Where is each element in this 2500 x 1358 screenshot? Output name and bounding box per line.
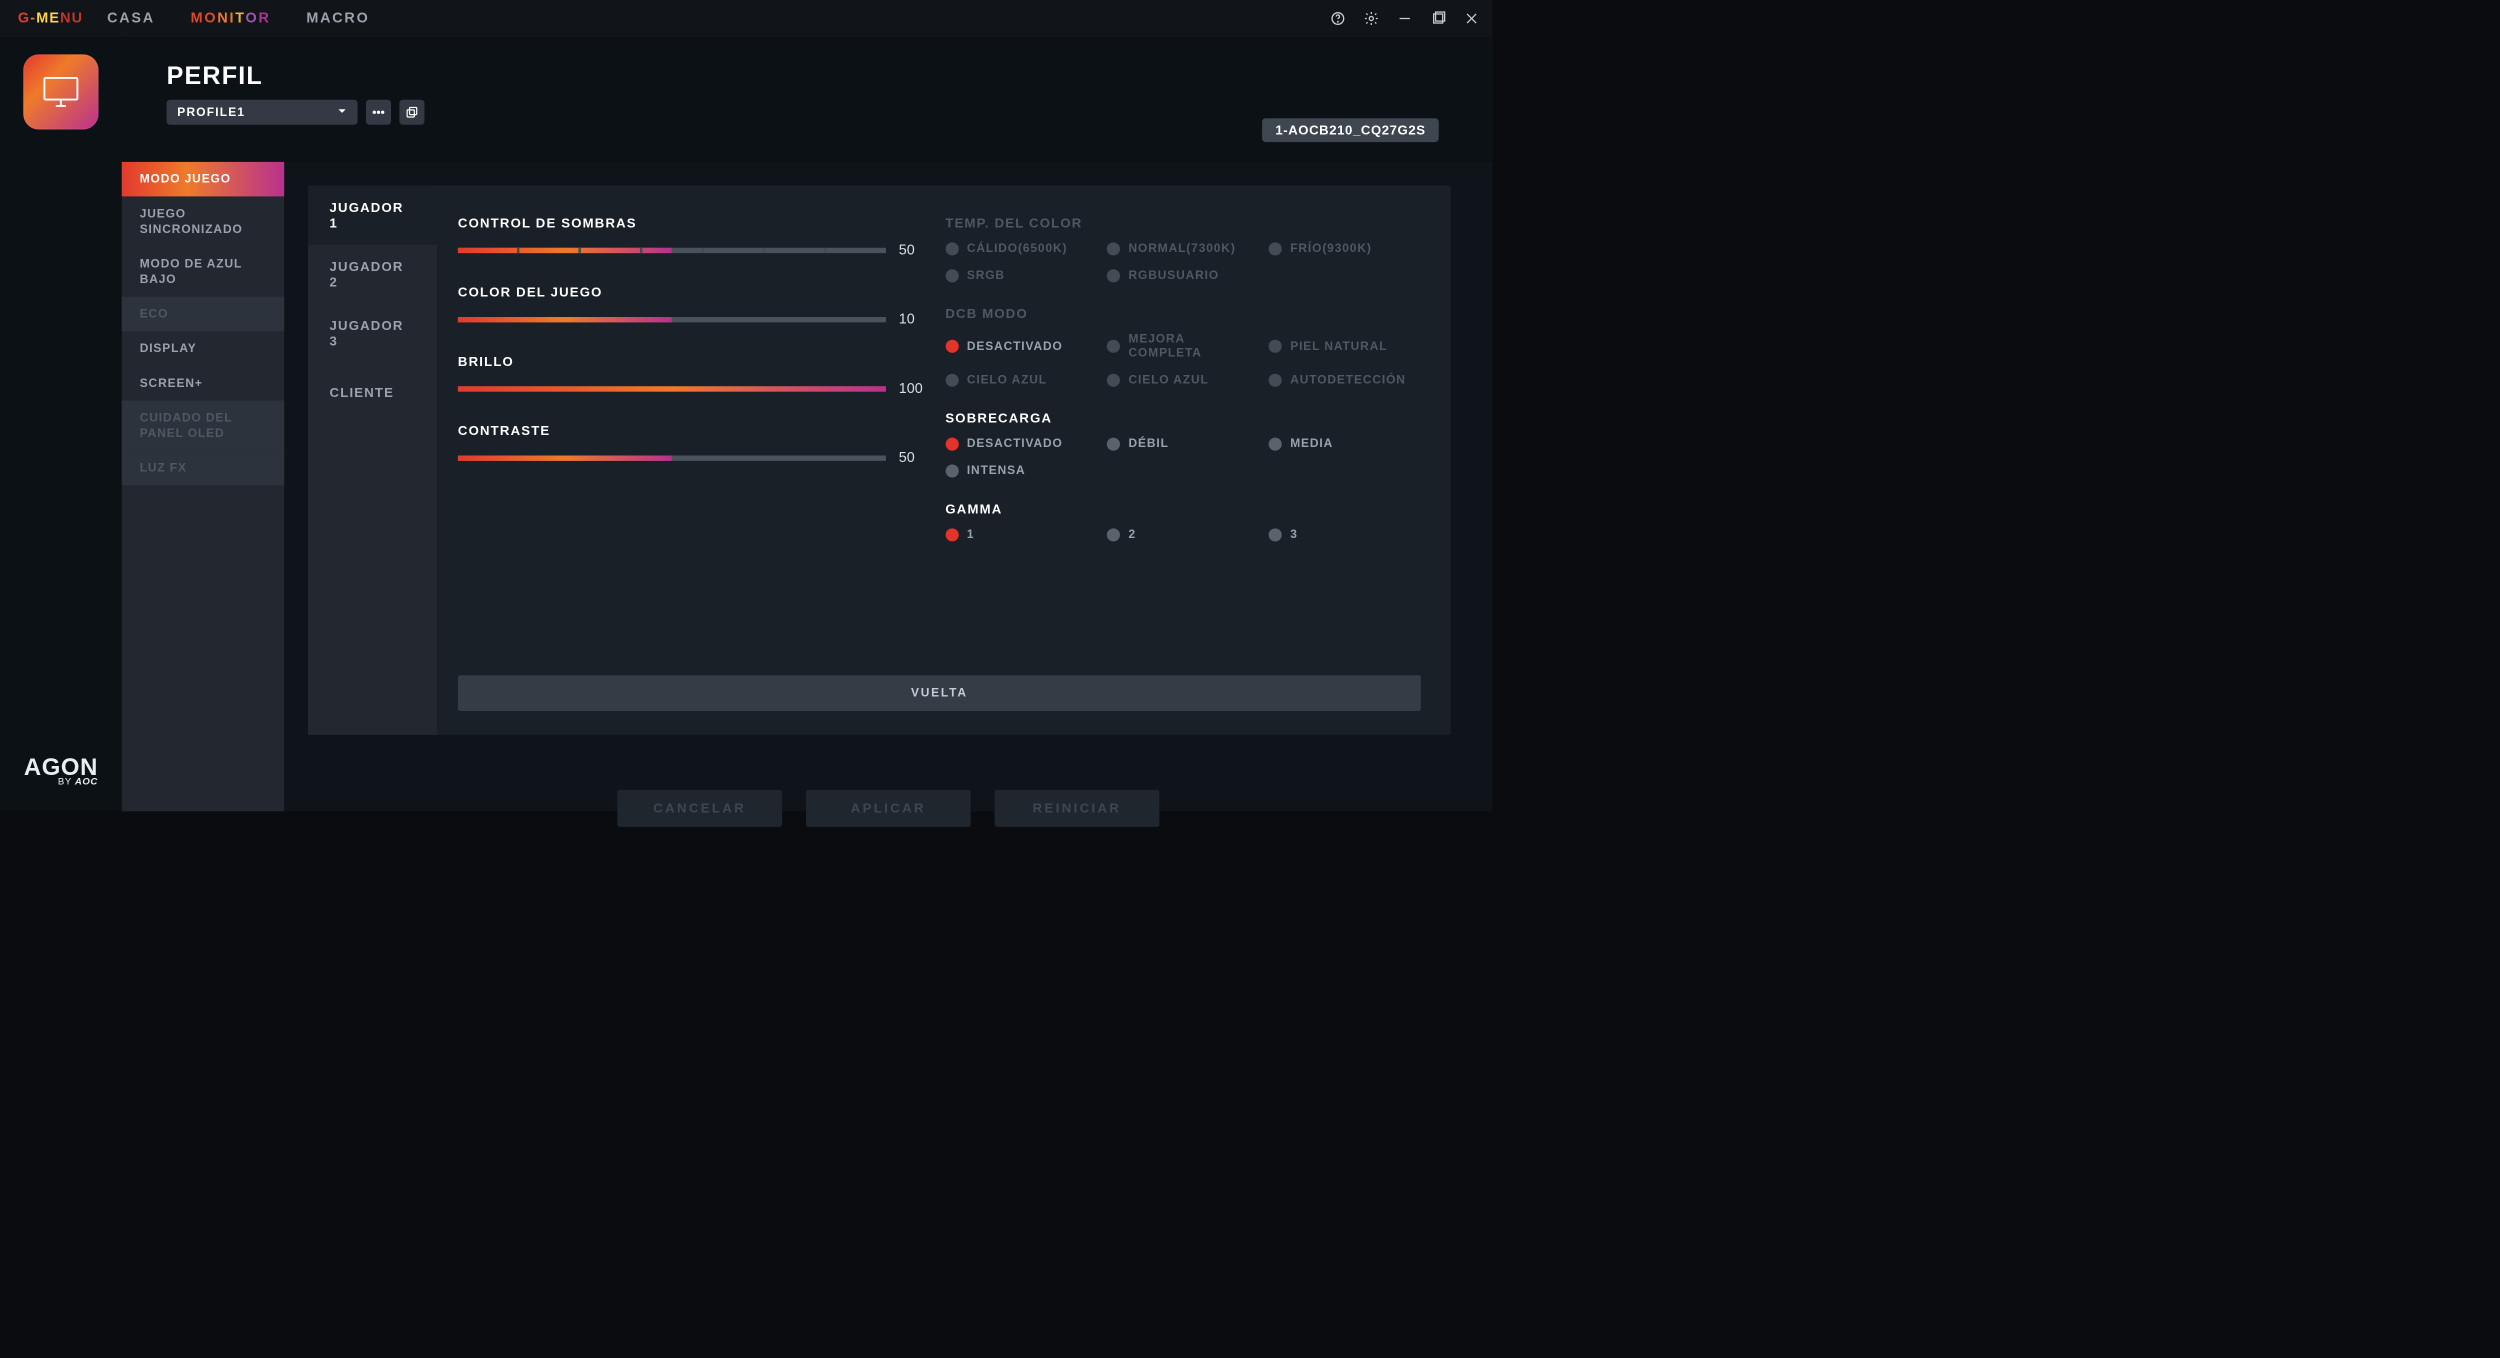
contrast-slider[interactable]: 50 bbox=[458, 450, 934, 467]
close-icon[interactable] bbox=[1464, 11, 1480, 27]
sidebar-item-4[interactable]: DISPLAY bbox=[122, 331, 284, 366]
gamma-option-2[interactable]: 3 bbox=[1269, 528, 1421, 542]
profile-more-button[interactable] bbox=[366, 100, 391, 125]
radio-dot-icon bbox=[1269, 373, 1282, 386]
sidebar-item-3: ECO bbox=[122, 297, 284, 332]
colortemp-option-0: CÁLIDO(6500K) bbox=[945, 242, 1097, 256]
radio-dot-icon bbox=[945, 437, 958, 450]
radio-dot-icon bbox=[1107, 437, 1120, 450]
radio-dot-icon bbox=[1107, 528, 1120, 541]
back-button[interactable]: VUELTA bbox=[458, 675, 1421, 711]
nav-casa[interactable]: CASA bbox=[107, 10, 155, 27]
help-icon[interactable] bbox=[1330, 11, 1346, 27]
reset-button[interactable]: REINICIAR bbox=[995, 790, 1160, 827]
page-title: PERFIL bbox=[167, 61, 1493, 90]
minimize-icon[interactable] bbox=[1397, 11, 1413, 27]
radio-dot-icon bbox=[1269, 437, 1282, 450]
radio-dot-icon bbox=[945, 269, 958, 282]
dcb-option-4: CIELO AZUL bbox=[1107, 373, 1259, 387]
app-icon bbox=[23, 54, 98, 129]
radio-dot-icon bbox=[945, 373, 958, 386]
contrast-value: 50 bbox=[899, 450, 934, 467]
monitor-badge[interactable]: 1-AOCB210_CQ27G2S bbox=[1262, 118, 1439, 142]
shadow-slider[interactable]: 50 bbox=[458, 242, 934, 259]
subnav-item-3[interactable]: CLIENTE bbox=[308, 363, 437, 422]
gear-icon[interactable] bbox=[1364, 11, 1380, 27]
gamma-label: GAMMA bbox=[945, 501, 1421, 517]
radio-dot-icon bbox=[1269, 242, 1282, 255]
dcb-option-0: DESACTIVADO bbox=[945, 333, 1097, 360]
colortemp-option-3: SRGB bbox=[945, 269, 1097, 283]
chevron-down-icon bbox=[337, 105, 347, 119]
profile-select[interactable]: PROFILE1 bbox=[167, 100, 358, 125]
sidebar-item-1[interactable]: JUEGO SINCRONIZADO bbox=[122, 196, 284, 246]
colortemp-label: TEMP. DEL COLOR bbox=[945, 216, 1421, 232]
radio-dot-icon bbox=[945, 464, 958, 477]
overdrive-option-3[interactable]: INTENSA bbox=[945, 464, 1097, 478]
subnav-item-0[interactable]: JUGADOR 1 bbox=[308, 186, 437, 245]
radio-dot-icon bbox=[1107, 340, 1120, 353]
shadow-value: 50 bbox=[899, 242, 934, 259]
sidebar-item-0[interactable]: MODO JUEGO bbox=[122, 162, 284, 197]
colortemp-option-4: RGBUSUARIO bbox=[1107, 269, 1259, 283]
radio-dot-icon bbox=[945, 242, 958, 255]
subnav-item-1[interactable]: JUGADOR 2 bbox=[308, 245, 437, 304]
radio-dot-icon bbox=[1107, 269, 1120, 282]
nav-macro[interactable]: MACRO bbox=[306, 10, 369, 27]
gamecolor-value: 10 bbox=[899, 311, 934, 328]
gamma-option-1[interactable]: 2 bbox=[1107, 528, 1259, 542]
radio-dot-icon bbox=[945, 528, 958, 541]
dcb-option-5: AUTODETECCIÓN bbox=[1269, 373, 1421, 387]
dcb-label: DCB MODO bbox=[945, 306, 1421, 322]
radio-dot-icon bbox=[1269, 340, 1282, 353]
overdrive-option-0[interactable]: DESACTIVADO bbox=[945, 437, 1097, 451]
cancel-button[interactable]: CANCELAR bbox=[617, 790, 782, 827]
category-sidebar: MODO JUEGOJUEGO SINCRONIZADOMODO DE AZUL… bbox=[122, 162, 284, 812]
contrast-label: CONTRASTE bbox=[458, 423, 934, 439]
profile-copy-button[interactable] bbox=[399, 100, 424, 125]
gamma-option-0[interactable]: 1 bbox=[945, 528, 1097, 542]
overdrive-option-1[interactable]: DÉBIL bbox=[1107, 437, 1259, 451]
sidebar-item-6: CUIDADO DEL PANEL OLED bbox=[122, 401, 284, 451]
subnav-item-2[interactable]: JUGADOR 3 bbox=[308, 304, 437, 363]
colortemp-option-2: FRÍO(9300K) bbox=[1269, 242, 1421, 256]
bright-value: 100 bbox=[899, 380, 934, 397]
sidebar-item-2[interactable]: MODO DE AZUL BAJO bbox=[122, 247, 284, 297]
radio-dot-icon bbox=[1107, 373, 1120, 386]
brand-badge: AGON BY AOC bbox=[13, 756, 109, 787]
overdrive-label: SOBRECARGA bbox=[945, 411, 1421, 427]
bright-label: BRILLO bbox=[458, 354, 934, 370]
shadow-label: CONTROL DE SOMBRAS bbox=[458, 216, 934, 232]
radio-dot-icon bbox=[1269, 528, 1282, 541]
dcb-option-2: PIEL NATURAL bbox=[1269, 333, 1421, 360]
maximize-icon[interactable] bbox=[1430, 11, 1446, 27]
radio-dot-icon bbox=[945, 340, 958, 353]
nav-monitor[interactable]: MONITOR bbox=[191, 10, 271, 27]
sidebar-item-7: LUZ FX bbox=[122, 451, 284, 486]
bright-slider[interactable]: 100 bbox=[458, 380, 934, 397]
colortemp-option-1: NORMAL(7300K) bbox=[1107, 242, 1259, 256]
apply-button[interactable]: APLICAR bbox=[806, 790, 971, 827]
dcb-option-3: CIELO AZUL bbox=[945, 373, 1097, 387]
dcb-option-1: MEJORA COMPLETA bbox=[1107, 333, 1259, 360]
player-subnav: JUGADOR 1JUGADOR 2JUGADOR 3CLIENTE bbox=[308, 186, 437, 735]
gamecolor-label: COLOR DEL JUEGO bbox=[458, 285, 934, 301]
app-logo: G-MENU bbox=[18, 10, 83, 27]
gamecolor-slider[interactable]: 10 bbox=[458, 311, 934, 328]
overdrive-option-2[interactable]: MEDIA bbox=[1269, 437, 1421, 451]
radio-dot-icon bbox=[1107, 242, 1120, 255]
sidebar-item-5[interactable]: SCREEN+ bbox=[122, 366, 284, 401]
